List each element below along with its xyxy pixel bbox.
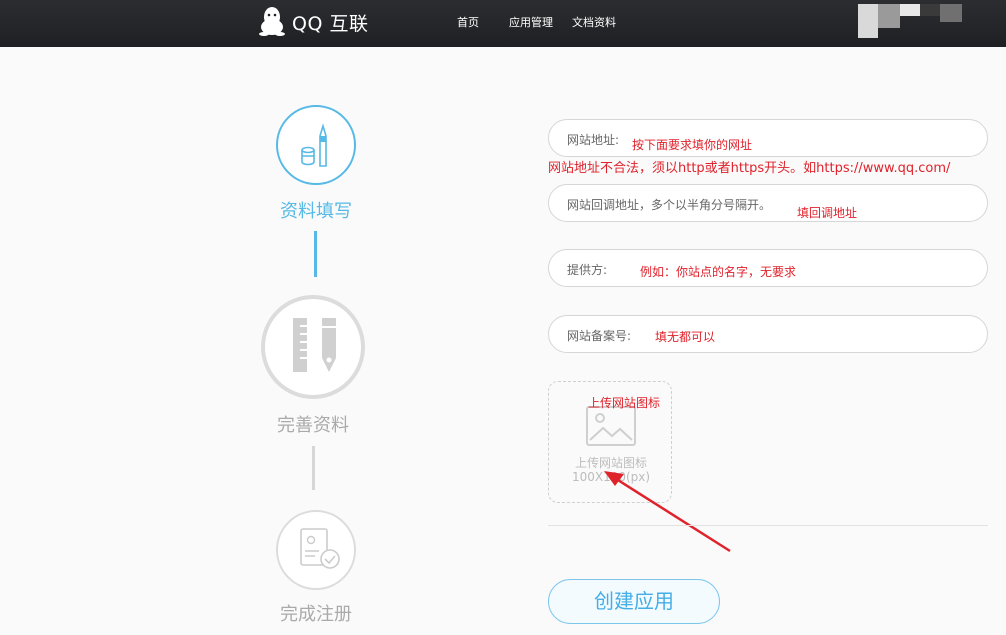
provider-placeholder: 提供方: [567,263,608,277]
annotation-upload-hint: 上传网站图标 [588,396,661,410]
step-connector [314,231,317,277]
callback-url-placeholder: 网站回调地址，多个以半角分号隔开。 [567,198,772,212]
callback-url-input[interactable]: 网站回调地址，多个以半角分号隔开。 [548,184,988,222]
image-placeholder-icon [586,406,636,446]
icp-number-input[interactable]: 网站备案号: [548,315,988,353]
step-ruler-pen-icon [261,295,365,399]
logo-text[interactable]: QQ 互联 [292,9,368,36]
website-url-placeholder: 网站地址: [567,133,620,147]
step-connector [312,446,315,490]
annotation-website-hint: 按下面要求填你的网址 [632,138,753,152]
nav-app-management[interactable]: 应用管理 [509,14,553,30]
annotation-arrow-icon [604,471,731,553]
nav-home[interactable]: 首页 [457,14,479,30]
annotation-icp-hint: 填无都可以 [655,330,716,344]
step-fill-info-icon [276,105,356,185]
nav-docs[interactable]: 文档资料 [572,14,616,30]
icp-number-placeholder: 网站备案号: [567,329,632,343]
annotation-provider-hint: 例如：你站点的名字，无要求 [640,265,797,279]
step-2-label: 完善资料 [277,415,349,436]
annotation-callback-hint: 填回调地址 [797,206,858,220]
website-url-error: 网站地址不合法，须以http或者https开头。如https://www.qq.… [548,161,951,176]
step-1-label: 资料填写 [280,201,352,222]
divider [548,525,988,526]
avatar[interactable] [858,4,962,38]
create-app-button[interactable]: 创建应用 [548,579,720,624]
top-navbar: QQ 互联 首页 应用管理 文档资料 [0,0,1006,47]
qq-penguin-logo[interactable] [256,5,288,37]
step-3-label: 完成注册 [280,604,352,625]
website-url-input[interactable]: 网站地址: [548,119,988,157]
step-complete-icon [276,510,356,590]
